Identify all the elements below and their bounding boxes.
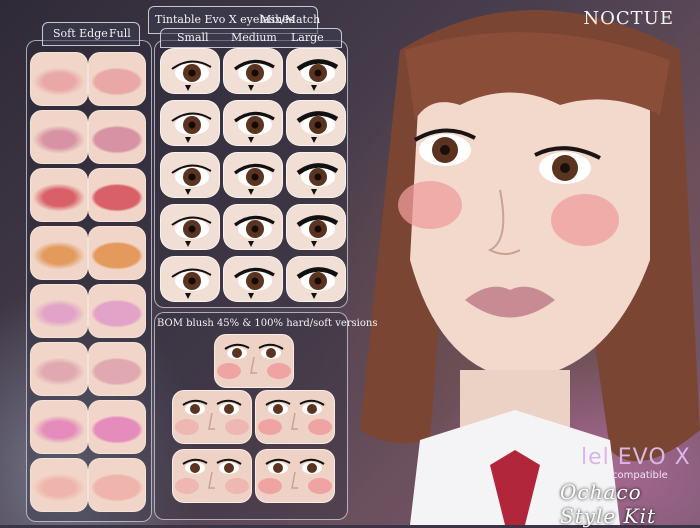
- blush-swatch-2: [172, 390, 252, 444]
- lips-tabs: Soft Edge Full: [42, 22, 140, 46]
- lip-swatch-mauve-full: [88, 110, 146, 164]
- tab-soft-edge: Soft Edge: [53, 27, 108, 40]
- lip-swatch-bubblegum-full: [88, 400, 146, 454]
- eyelash-swatch-medium-5: [223, 256, 283, 302]
- lip-swatch-peach-full: [88, 226, 146, 280]
- lip-swatch-mauve-soft: [30, 110, 88, 164]
- eyelash-swatch-small-4: [160, 204, 220, 250]
- lip-swatch-bubblegum-soft: [30, 400, 88, 454]
- eyelash-swatch-large-2: [286, 100, 346, 146]
- eyelash-swatch-large-1: [286, 48, 346, 94]
- lip-swatch-light-pink-soft: [30, 284, 88, 338]
- lip-swatch-dusty-rose-soft: [30, 342, 88, 396]
- lip-swatch-peach-soft: [30, 226, 88, 280]
- lip-swatch-coral-red-soft: [30, 168, 88, 222]
- compat-name: lel EVO X: [581, 445, 691, 470]
- kit-name: Ochaco Style Kit: [560, 480, 657, 528]
- lip-swatch-nude-pink-soft: [30, 52, 88, 106]
- eyelash-swatch-small-5: [160, 256, 220, 302]
- column-large: Large: [291, 31, 324, 44]
- eyelash-swatch-medium-4: [223, 204, 283, 250]
- eyelash-swatch-small-1: [160, 48, 220, 94]
- eyelash-swatch-small-2: [160, 100, 220, 146]
- blush-swatch-3: [255, 390, 335, 444]
- lip-swatch-soft-peach-full: [88, 458, 146, 512]
- eyelash-swatch-medium-3: [223, 152, 283, 198]
- brand-logo: NOCTUE: [583, 8, 674, 29]
- column-small: Small: [177, 31, 209, 44]
- lip-swatch-nude-pink-full: [88, 52, 146, 106]
- eyelashes-columns: Small Medium Large: [160, 28, 342, 48]
- blush-swatch-1: [214, 334, 294, 388]
- blush-swatch-4: [172, 449, 252, 503]
- eyelash-swatch-small-3: [160, 152, 220, 198]
- eyelash-swatch-medium-2: [223, 100, 283, 146]
- lip-swatch-dusty-rose-full: [88, 342, 146, 396]
- tab-full: Full: [109, 27, 131, 40]
- lip-swatch-light-pink-full: [88, 284, 146, 338]
- eyelash-swatch-large-4: [286, 204, 346, 250]
- lip-swatch-soft-peach-soft: [30, 458, 88, 512]
- lip-swatch-coral-red-full: [88, 168, 146, 222]
- blush-title: BOM blush 45% & 100% hard/soft versions: [157, 318, 378, 329]
- eyelashes-subtitle: Mix/Match: [260, 13, 321, 26]
- eyelash-swatch-medium-1: [223, 48, 283, 94]
- eyelash-swatch-large-5: [286, 256, 346, 302]
- blush-swatch-5: [255, 449, 335, 503]
- column-medium: Medium: [231, 31, 277, 44]
- eyelash-swatch-large-3: [286, 152, 346, 198]
